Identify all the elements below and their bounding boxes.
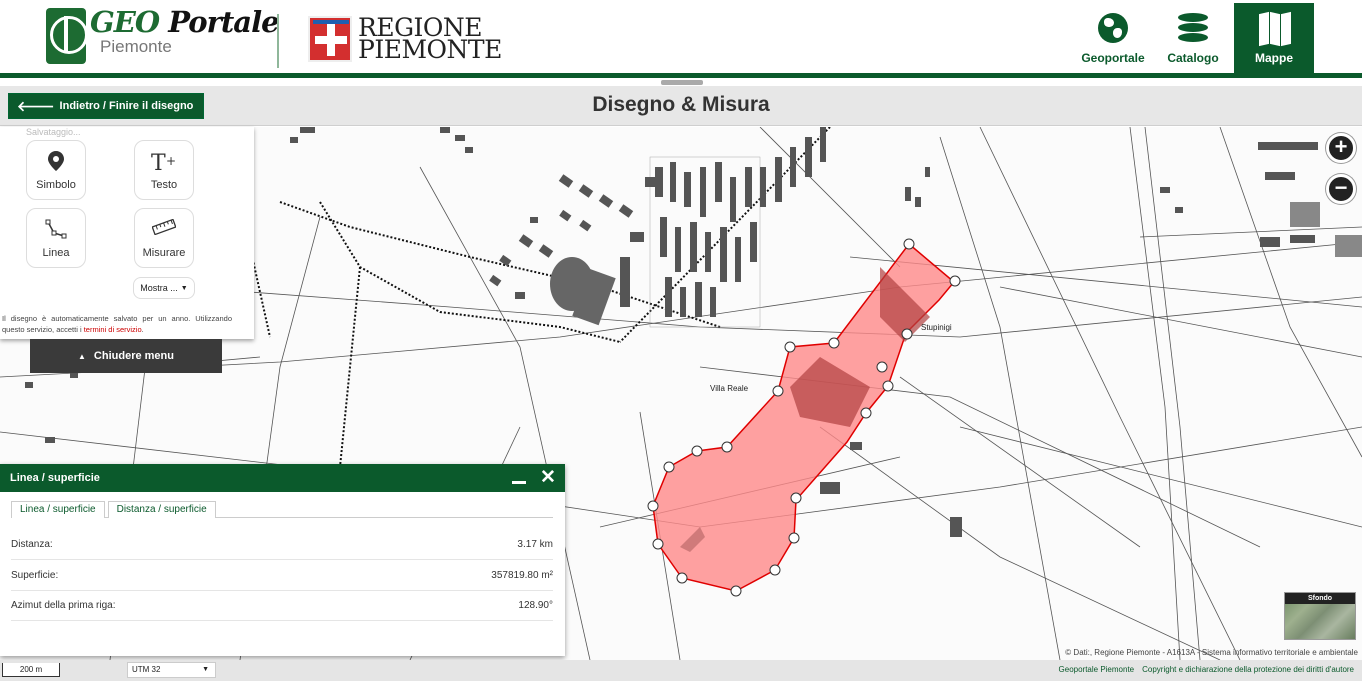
azimuth-label: Azimut della prima riga: (11, 600, 116, 611)
footer-link-geoportale[interactable]: Geoportale Piemonte (1059, 665, 1135, 674)
crs-select[interactable]: UTM 32 ▼ (127, 662, 216, 678)
back-button-label: Indietro / Finire il disegno (59, 100, 194, 112)
region-line2: PIEMONTE (358, 35, 502, 64)
plus-icon: + (1334, 134, 1348, 159)
header: GEO Portale Piemonte REGIONE PIEMONTE Ge… (0, 0, 1362, 74)
minimize-icon[interactable] (512, 481, 526, 484)
regione-piemonte-logo[interactable]: REGIONE PIEMONTE (308, 15, 502, 64)
nav-geoportale-label: Geoportale (1081, 50, 1145, 65)
logo-subtitle: Piemonte (100, 37, 172, 56)
minus-icon: − (1334, 175, 1348, 200)
geoportale-globe-logo-icon (46, 8, 86, 64)
caret-down-icon: ▼ (202, 666, 209, 673)
close-menu-label: Chiudere menu (93, 350, 174, 362)
close-icon[interactable]: ✕ (540, 468, 556, 487)
measure-row-surface: Superficie: 357819.80 m² (11, 561, 553, 591)
logo-title-geo: GEO (90, 5, 160, 39)
svg-text:T: T (151, 151, 166, 173)
regione-flag-icon (308, 16, 352, 62)
footer-links: Geoportale Piemonte Copyright e dichiara… (1059, 665, 1354, 674)
geoportale-logo[interactable]: GEO Portale Piemonte (46, 5, 280, 64)
measure-row-azimuth: Azimut della prima riga: 128.90° (11, 591, 553, 621)
close-menu-button[interactable]: ▲ Chiudere menu (30, 339, 222, 373)
arrow-left-icon: 🡐 (17, 98, 55, 114)
distance-value: 3.17 km (517, 539, 553, 550)
tool-symbol-label: Simbolo (36, 179, 76, 191)
show-more-dropdown[interactable]: Mostra ... ▼ (133, 277, 195, 299)
measure-panel-title: Linea / superficie (10, 472, 100, 484)
crs-value: UTM 32 (132, 665, 161, 674)
background-layer-selector[interactable]: Sfondo (1284, 592, 1356, 640)
caret-down-icon: ▼ (180, 284, 188, 292)
logo-text: GEO Portale Piemonte (90, 5, 280, 56)
measure-polygon[interactable] (647, 238, 961, 597)
zoom-out-button[interactable]: − (1326, 174, 1356, 204)
region-name: REGIONE PIEMONTE (358, 15, 502, 64)
show-more-label: Mostra ... (140, 283, 178, 293)
zoom-in-button[interactable]: + (1326, 133, 1356, 163)
terms-of-service-link[interactable]: termini di servizio (84, 325, 142, 334)
tool-line-label: Linea (42, 247, 70, 259)
nav-catalogo-label: Catalogo (1167, 50, 1219, 65)
measure-row-distance: Distanza: 3.17 km (11, 530, 553, 560)
sports-field (550, 257, 594, 311)
tool-text-button[interactable]: T + Testo (134, 140, 194, 200)
measure-panel-header: Linea / superficie ✕ (0, 464, 565, 492)
saving-status: Salvataggio... (26, 127, 81, 137)
map-attribution: © Dati:, Regione Piemonte - A1613A - Sis… (1065, 648, 1358, 657)
header-divider (0, 73, 1362, 78)
line-icon (45, 219, 67, 239)
tab-line-surface[interactable]: Linea / superficie (11, 501, 105, 518)
measure-tabs: Linea / superficie Distanza / superficie (11, 501, 553, 518)
logo-title: GEO Portale (90, 5, 280, 39)
app-root: GEO Portale Piemonte REGIONE PIEMONTE Ge… (0, 0, 1362, 681)
globe-icon (1098, 12, 1128, 43)
nav-mappe[interactable]: Mappe (1234, 3, 1314, 74)
footer-link-copyright[interactable]: Copyright e dichiarazione della protezio… (1142, 665, 1354, 674)
surface-value: 357819.80 m² (491, 570, 553, 581)
tool-measure-label: Misurare (142, 247, 186, 259)
surface-label: Superficie: (11, 570, 59, 581)
nav-geoportale[interactable]: Geoportale (1080, 3, 1146, 74)
panel-drag-handle[interactable] (661, 80, 703, 85)
background-selector-label: Sfondo (1285, 593, 1355, 604)
tool-text-label: Testo (150, 179, 178, 191)
pin-icon (48, 151, 64, 171)
draw-tools-panel: Salvataggio... Simbolo T + Testo Linea M… (0, 127, 254, 339)
map-label-villa-reale: Villa Reale (710, 384, 749, 393)
svg-text:+: + (166, 154, 176, 168)
back-finish-drawing-button[interactable]: 🡐 Indietro / Finire il disegno (8, 93, 205, 119)
map-icon (1259, 11, 1291, 46)
tab-distance-surface[interactable]: Distanza / superficie (107, 501, 216, 518)
caret-up-icon: ▲ (78, 351, 86, 361)
nav-mappe-label: Mappe (1254, 50, 1293, 65)
dotted-boundary (249, 127, 831, 468)
text-icon: T + (151, 151, 176, 173)
nav-catalogo[interactable]: Catalogo (1160, 3, 1226, 74)
tool-line-button[interactable]: Linea (26, 208, 86, 268)
measure-panel: Linea / superficie ✕ Linea / superficie … (0, 464, 565, 656)
logo-title-portale: Portale (168, 5, 279, 39)
distance-label: Distanza: (11, 539, 53, 550)
scale-bar: 200 m (2, 663, 60, 677)
azimuth-value: 128.90° (518, 600, 553, 611)
notice-end: . (141, 325, 144, 334)
tool-measure-button[interactable]: Misurare (134, 208, 194, 268)
ruler-icon (152, 219, 176, 235)
database-icon (1178, 12, 1208, 43)
logo-separator (277, 14, 279, 68)
map-label-stupinigi: Stupinigi (921, 323, 952, 332)
autosave-notice: Il disegno è automaticamente salvato per… (2, 313, 232, 335)
tool-symbol-button[interactable]: Simbolo (26, 140, 86, 200)
